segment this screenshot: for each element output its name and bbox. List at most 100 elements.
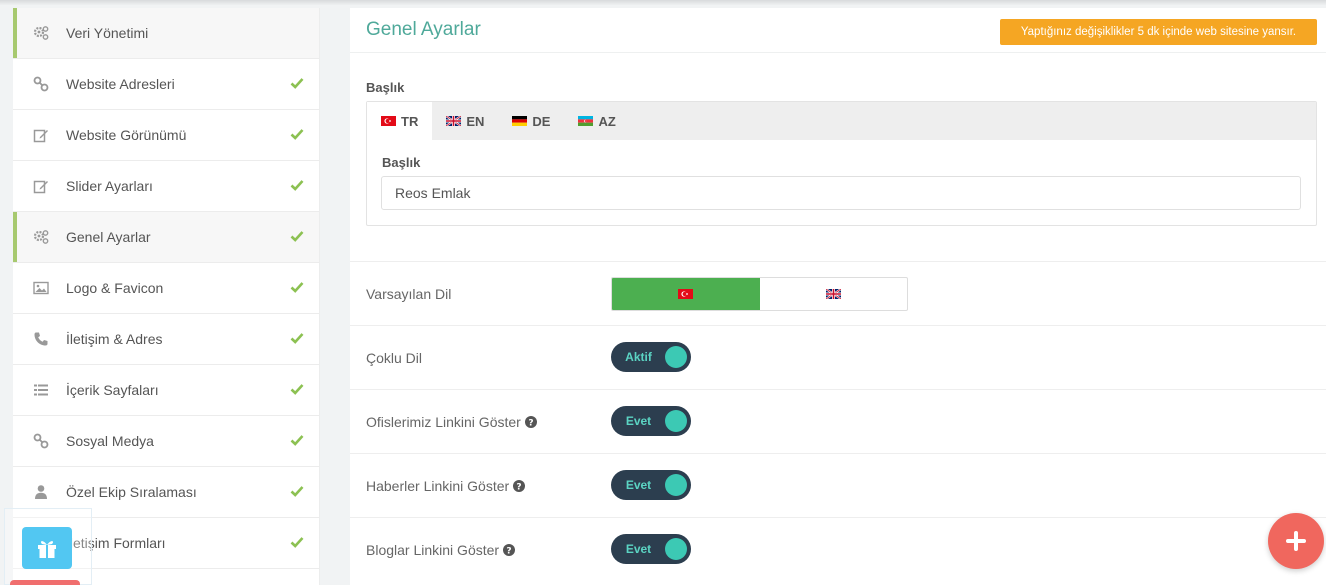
blogs-link-row: Bloglar Linkini Göster ? Evet <box>350 517 1326 581</box>
blogs-link-switch-label: Evet <box>625 542 652 556</box>
sidebar-item-label: Slider Ayarları <box>66 178 153 194</box>
page-title: Genel Ayarlar <box>366 19 481 40</box>
switch-knob <box>665 410 687 432</box>
sidebar-item-label: Genel Ayarlar <box>66 229 151 245</box>
link-icon <box>33 433 49 449</box>
check-icon <box>290 484 304 498</box>
offices-link-switch-label: Evet <box>625 414 652 428</box>
check-icon <box>290 382 304 396</box>
multi-language-label: Çoklu Dil <box>366 350 422 366</box>
default-language-row: Varsayılan Dil <box>350 261 1326 325</box>
switch-knob <box>665 346 687 368</box>
gift-button[interactable] <box>22 527 72 569</box>
offices-link-text: Ofislerimiz Linkini Göster <box>366 414 521 430</box>
news-link-label: Haberler Linkini Göster ? <box>366 478 526 494</box>
title-section-label: Başlık <box>366 80 405 95</box>
main-header: Genel Ayarlar Yaptığınız değişiklikler 5… <box>350 8 1326 53</box>
question-circle-icon[interactable]: ? <box>503 544 516 556</box>
tab-label: AZ <box>598 113 616 129</box>
offices-link-switch[interactable]: Evet <box>611 406 691 436</box>
check-icon <box>290 127 304 141</box>
sidebar-item-label: İletişim & Adres <box>66 331 163 347</box>
top-shadow-line <box>0 0 1326 5</box>
tab-label: EN <box>466 113 485 129</box>
check-icon <box>290 280 304 294</box>
sidebar-item[interactable]: Slider Ayarları <box>13 161 319 212</box>
gears-icon <box>33 229 49 245</box>
tab-en[interactable]: EN <box>432 102 498 140</box>
news-link-text: Haberler Linkini Göster <box>366 478 510 494</box>
sidebar-item-label: Website Görünümü <box>66 127 187 143</box>
image-icon <box>33 280 49 296</box>
svg-text:?: ? <box>528 418 533 428</box>
check-icon <box>290 229 304 243</box>
phone-icon <box>33 331 49 347</box>
tab-label: DE <box>532 113 551 129</box>
sidebar-item[interactable]: İletişim & Adres <box>13 314 319 365</box>
flag-uk-icon <box>446 116 462 126</box>
default-language-text: Varsayılan Dil <box>366 286 452 302</box>
title-language-tabs: TR EN DE AZ Başlık <box>366 101 1317 226</box>
main-panel: Genel Ayarlar Yaptığınız değişiklikler 5… <box>350 8 1326 585</box>
gift-icon <box>38 541 56 558</box>
multi-language-switch-label: Aktif <box>625 350 652 364</box>
tab-label: TR <box>401 113 419 129</box>
question-circle-icon[interactable]: ? <box>524 416 537 428</box>
tab-az[interactable]: AZ <box>564 102 629 140</box>
plus-icon <box>1286 531 1306 551</box>
language-tab-bar: TR EN DE AZ <box>367 102 1316 140</box>
sidebar-item[interactable]: Website Görünümü <box>13 110 319 161</box>
tab-de[interactable]: DE <box>498 102 564 140</box>
add-fab-button[interactable] <box>1268 513 1324 569</box>
check-icon <box>290 433 304 447</box>
offices-link-label: Ofislerimiz Linkini Göster ? <box>366 414 537 430</box>
sidebar-item-label: Özel Ekip Sıralaması <box>66 484 197 500</box>
sidebar-item[interactable]: Logo & Favicon <box>13 263 319 314</box>
default-language-toggle <box>611 277 908 311</box>
blogs-link-label: Bloglar Linkini Göster ? <box>366 542 516 558</box>
default-language-label: Varsayılan Dil <box>366 286 451 302</box>
flag-tr-icon <box>678 289 694 299</box>
red-tab-button[interactable] <box>10 580 80 585</box>
link-icon <box>33 76 49 92</box>
offices-link-row: Ofislerimiz Linkini Göster ? Evet <box>350 389 1326 453</box>
sidebar-item[interactable]: Sosyal Medya <box>13 416 319 467</box>
news-link-switch[interactable]: Evet <box>611 470 691 500</box>
edit-icon <box>33 127 49 143</box>
default-language-tr-option[interactable] <box>612 278 760 310</box>
flag-az-icon <box>578 116 594 126</box>
flag-de-icon <box>512 116 528 126</box>
sidebar-item-label: Logo & Favicon <box>66 280 164 296</box>
title-field-label: Başlık <box>382 155 421 170</box>
settings-sidebar: Veri Yönetimi Website Adresleri Website Gö… <box>13 8 320 585</box>
news-link-row: Haberler Linkini Göster ? Evet <box>350 453 1326 517</box>
switch-knob <box>665 538 687 560</box>
flag-uk-icon <box>825 289 841 299</box>
blogs-link-text: Bloglar Linkini Göster <box>366 542 500 558</box>
check-icon <box>290 76 304 90</box>
user-icon <box>33 484 49 500</box>
switch-knob <box>665 474 687 496</box>
check-icon <box>290 535 304 549</box>
sidebar-item-label: Website Adresleri <box>66 76 175 92</box>
title-input[interactable] <box>381 176 1301 210</box>
question-circle-icon[interactable]: ? <box>513 480 526 492</box>
svg-text:?: ? <box>506 546 511 556</box>
multi-language-switch[interactable]: Aktif <box>611 342 691 372</box>
check-icon <box>290 331 304 345</box>
sidebar-item[interactable]: Veri Yönetimi <box>13 8 319 59</box>
sidebar-item[interactable]: Genel Ayarlar <box>13 212 319 263</box>
check-icon <box>290 178 304 192</box>
sidebar-item-label: İçerik Sayfaları <box>66 382 159 398</box>
multi-language-text: Çoklu Dil <box>366 350 423 366</box>
gears-icon <box>33 25 49 41</box>
sidebar-item[interactable]: Website Adresleri <box>13 59 319 110</box>
notice-badge: Yaptığınız değişiklikler 5 dk içinde web… <box>1000 19 1317 45</box>
flag-tr-icon <box>381 116 396 126</box>
sidebar-item[interactable]: İçerik Sayfaları <box>13 365 319 416</box>
default-language-en-option[interactable] <box>760 278 908 310</box>
multi-language-row: Çoklu Dil Aktif <box>350 325 1326 389</box>
svg-text:?: ? <box>517 482 522 492</box>
blogs-link-switch[interactable]: Evet <box>611 534 691 564</box>
tab-tr[interactable]: TR <box>367 102 433 140</box>
